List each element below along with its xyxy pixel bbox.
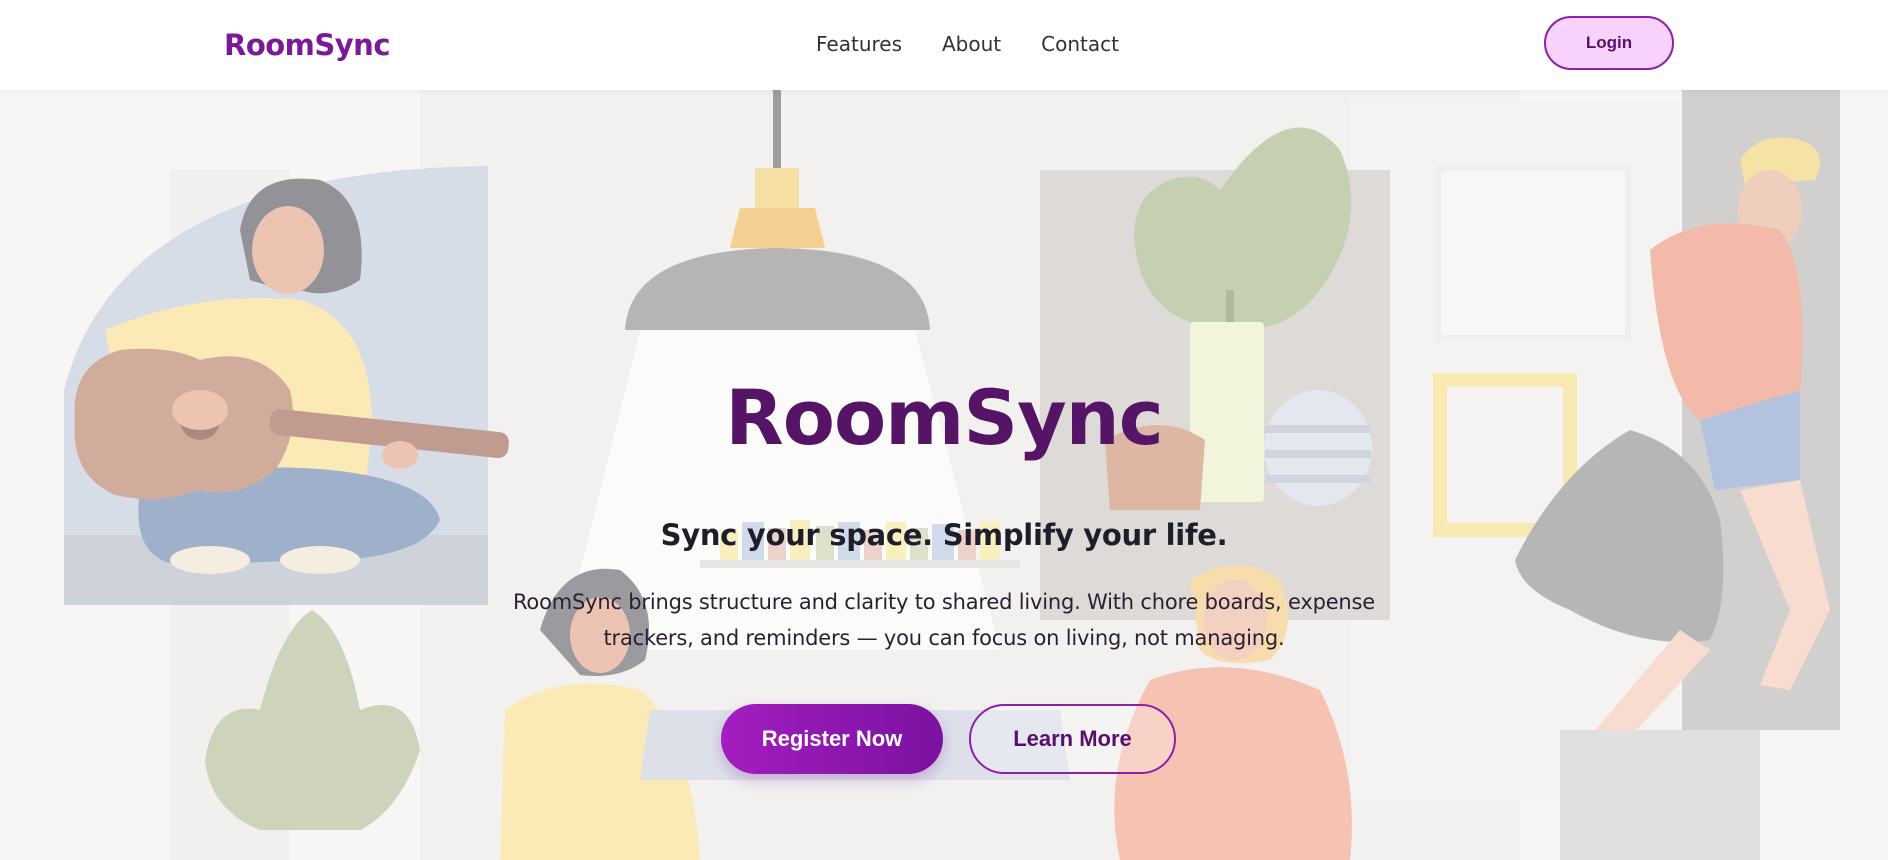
nav-link-contact[interactable]: Contact	[1041, 32, 1119, 56]
nav-link-features[interactable]: Features	[816, 32, 902, 56]
hero-description: RoomSync brings structure and clarity to…	[512, 590, 1375, 650]
hero-section: RoomSync Sync your space. Simplify your …	[0, 90, 1888, 860]
hero-content: RoomSync Sync your space. Simplify your …	[0, 90, 1888, 860]
brand-logo[interactable]: RoomSync	[224, 28, 391, 62]
hero-tagline: Sync your space. Simplify your life.	[660, 518, 1228, 552]
top-navbar: RoomSync Features About Contact Login	[0, 0, 1888, 90]
main-nav: Features About Contact	[816, 32, 1119, 56]
hero-title: RoomSync	[725, 373, 1164, 462]
register-now-button[interactable]: Register Now	[721, 704, 943, 774]
learn-more-button[interactable]: Learn More	[969, 704, 1176, 774]
login-button[interactable]: Login	[1544, 16, 1674, 70]
nav-link-about[interactable]: About	[942, 32, 1001, 56]
